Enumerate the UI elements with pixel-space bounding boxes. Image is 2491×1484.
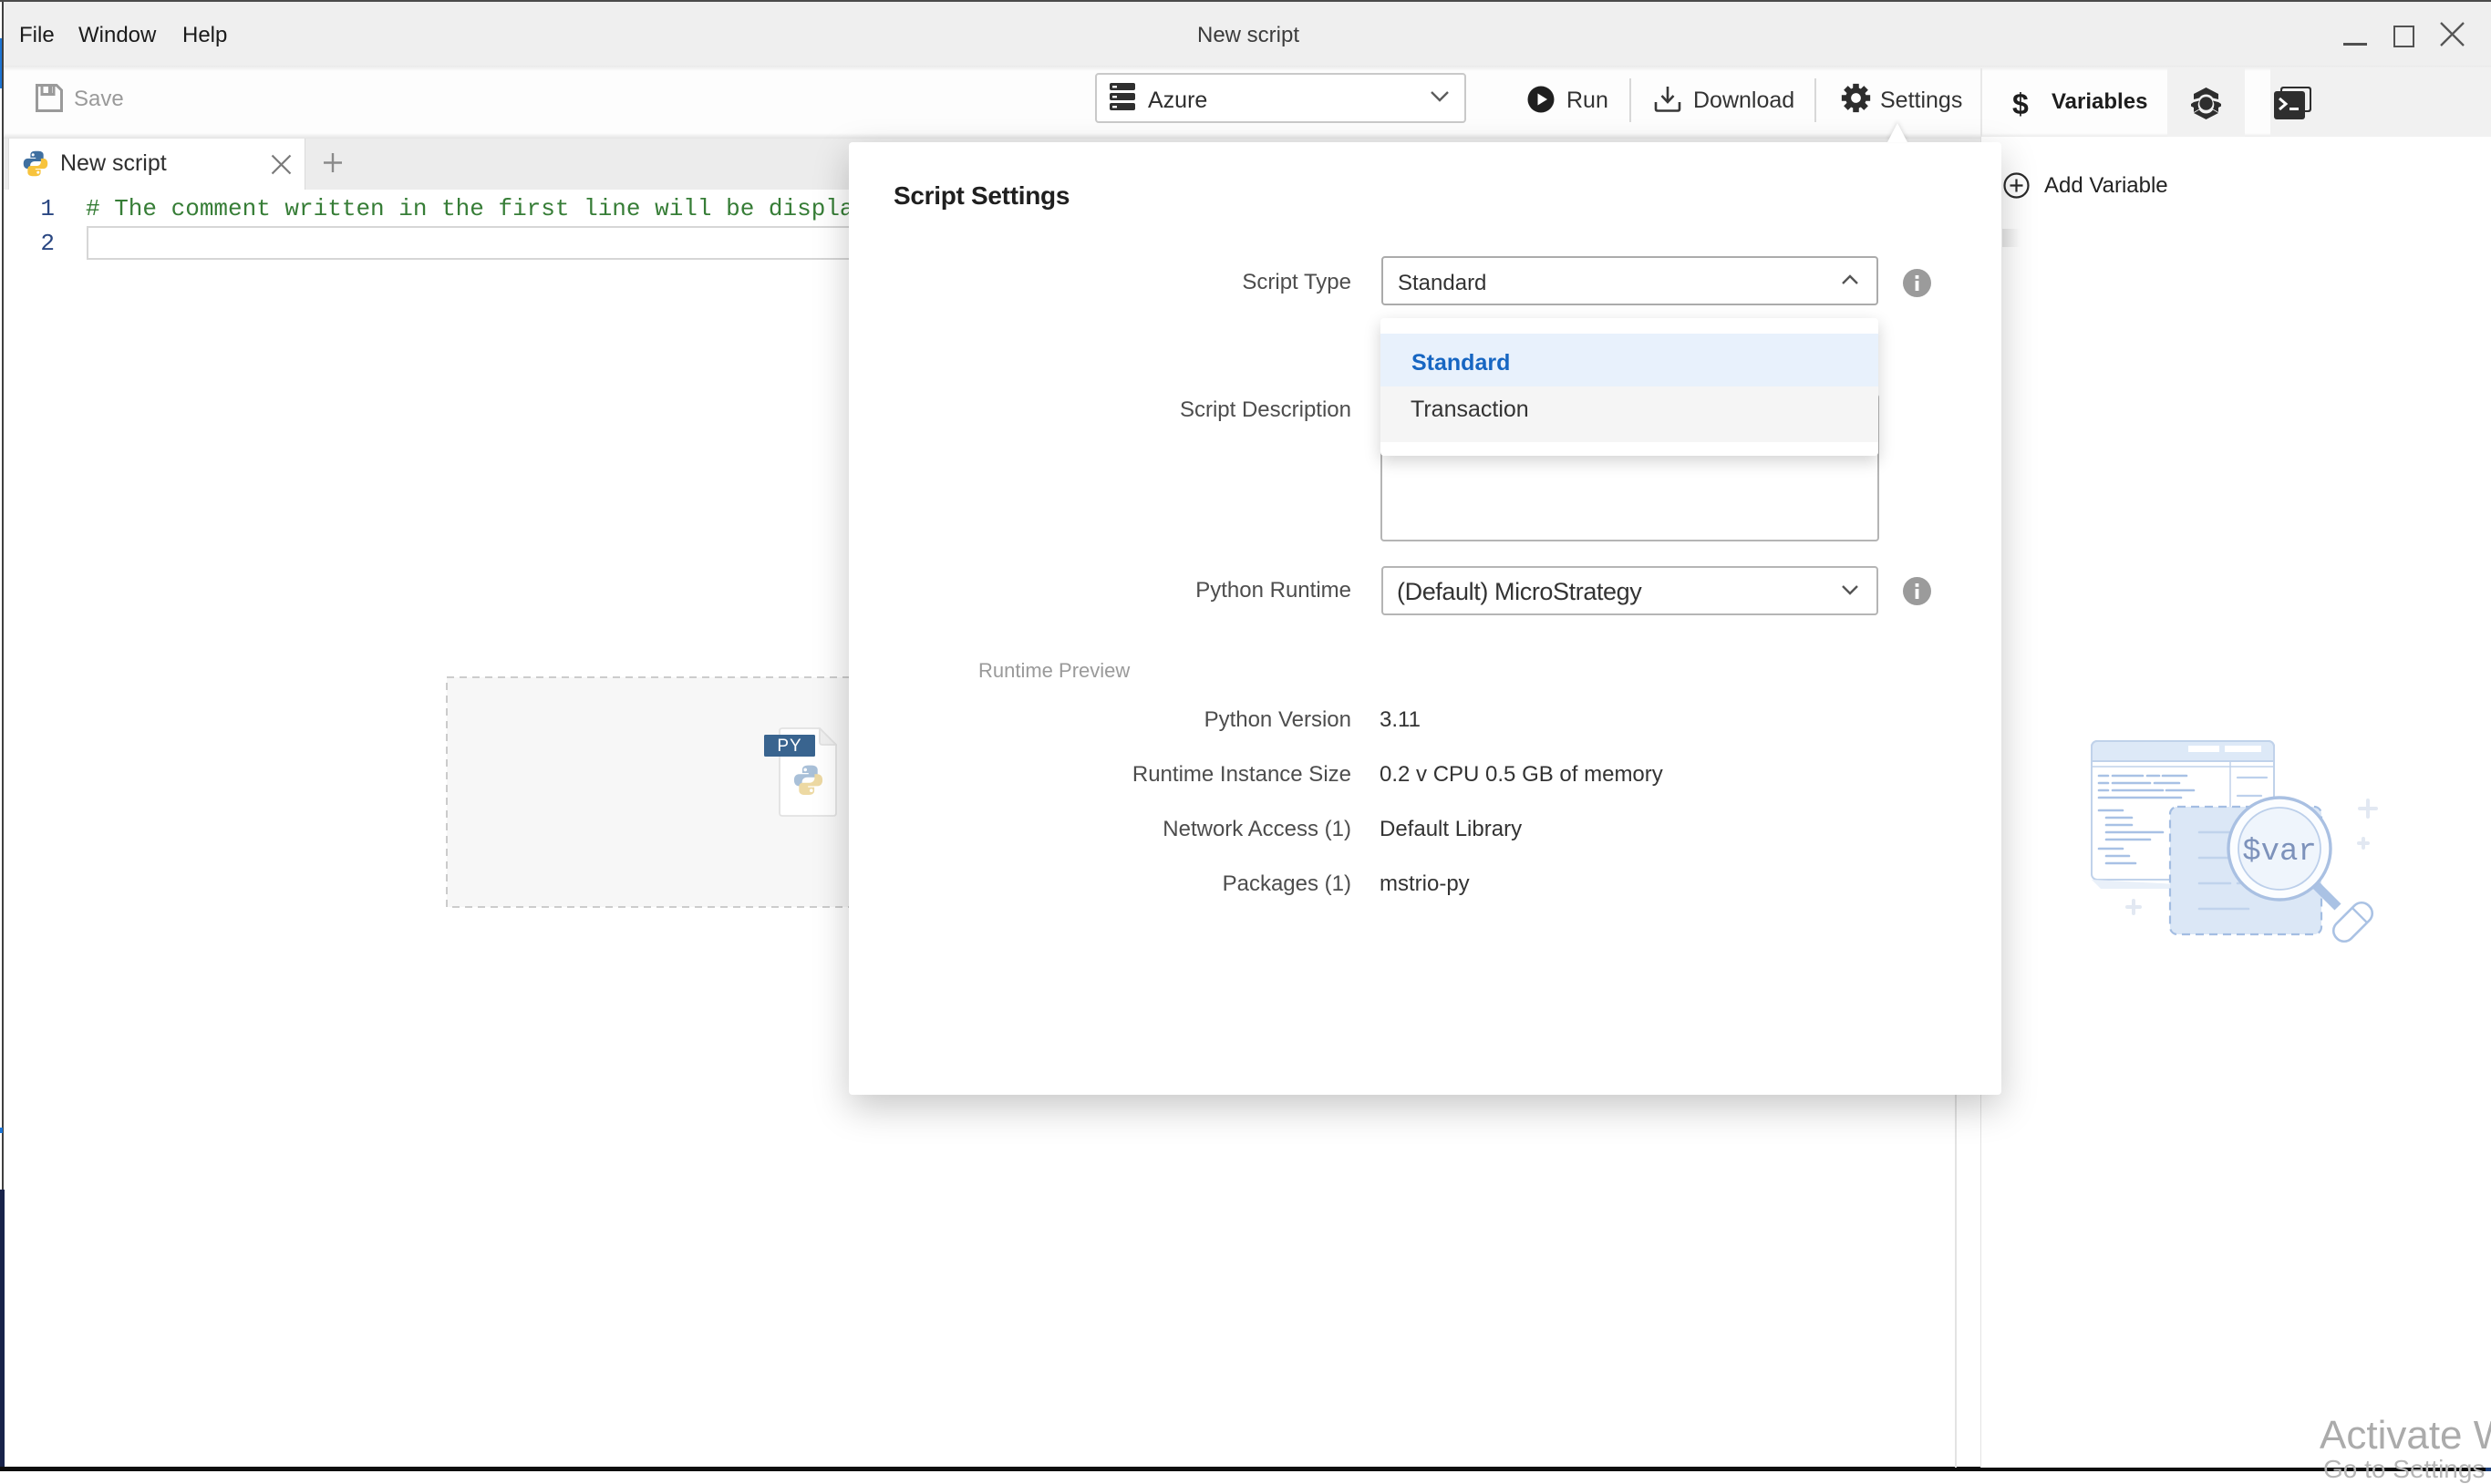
svg-text:PY: PY: [777, 737, 801, 756]
svg-text:$var: $var: [2242, 835, 2317, 870]
